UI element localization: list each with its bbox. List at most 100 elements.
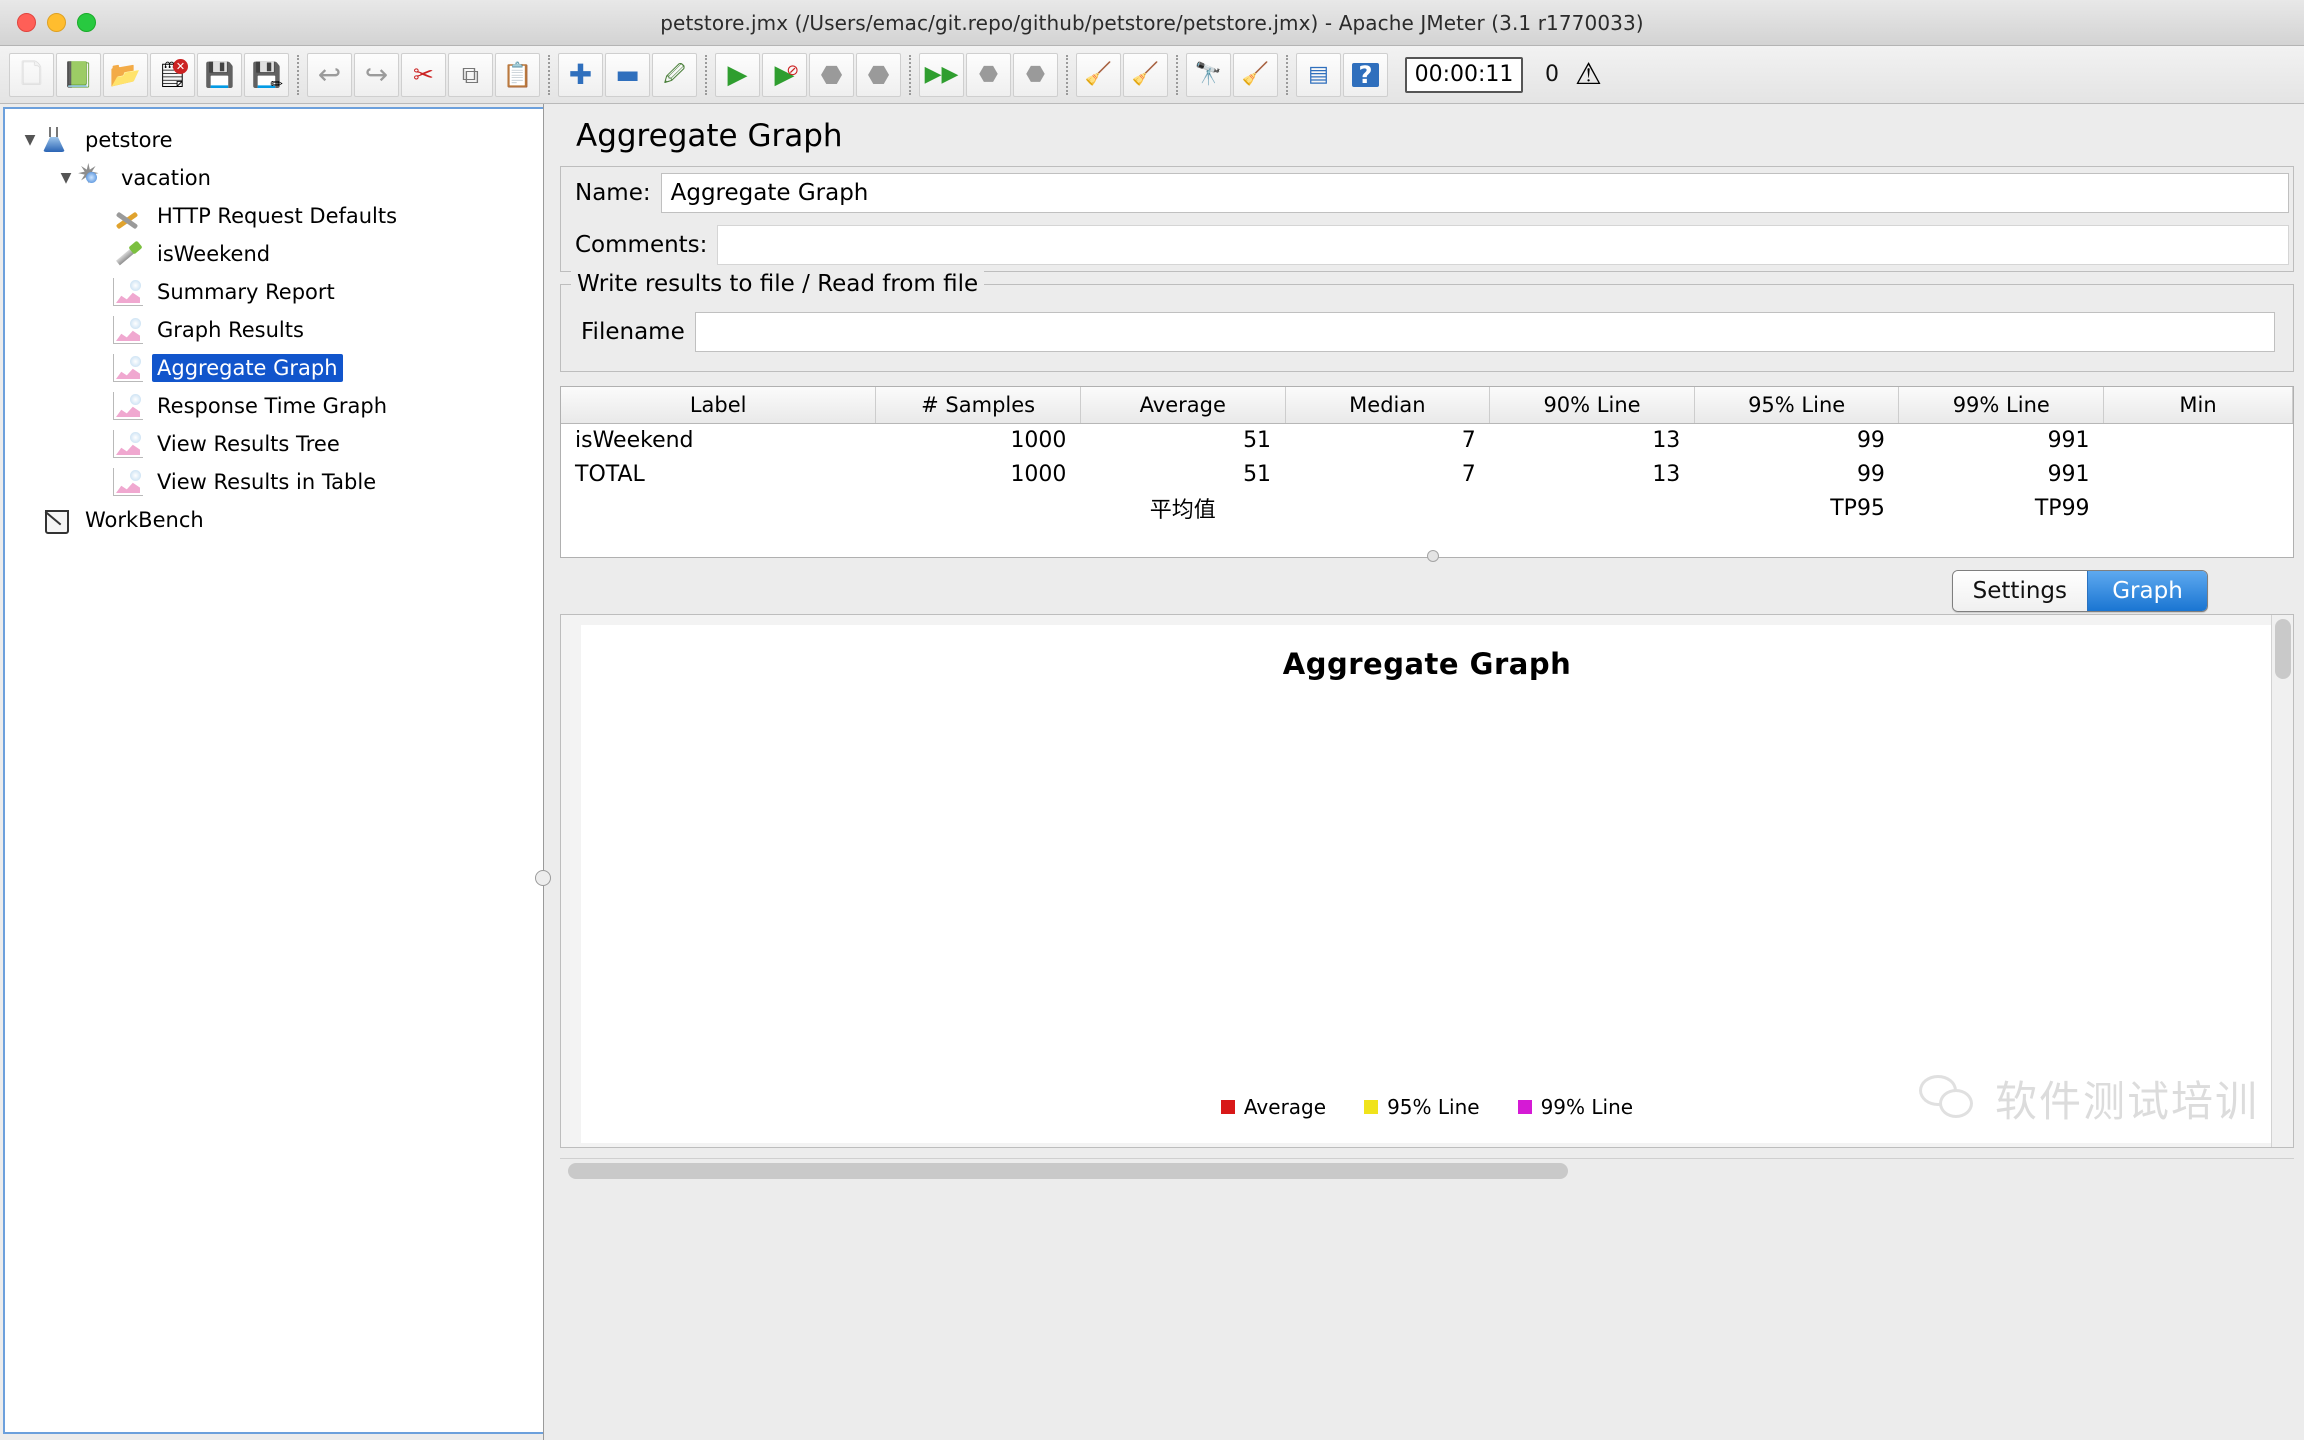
table-column-header[interactable]: Average bbox=[1080, 387, 1286, 424]
table-column-header[interactable]: Label bbox=[561, 387, 877, 424]
remote-start-all-icon[interactable]: ▶▶ bbox=[919, 52, 964, 97]
tree-item-graph-results[interactable]: Graph Results bbox=[5, 311, 543, 349]
aggregate-results-table-container[interactable]: Label # Samples Average Median 90% Line 95% L… bbox=[560, 386, 2294, 558]
tree-item-label: View Results in Table bbox=[157, 470, 377, 494]
name-input[interactable]: Aggregate Graph bbox=[660, 173, 2289, 213]
function-helper-icon[interactable]: ▤ bbox=[1296, 52, 1341, 97]
chart-legend-item: 99% Line bbox=[1517, 1095, 1633, 1119]
table-column-header[interactable]: 95% Line bbox=[1694, 387, 1900, 424]
table-cell: 991 bbox=[2047, 461, 2090, 487]
help-icon[interactable]: ? bbox=[1343, 52, 1388, 97]
stop-icon[interactable]: ⬣ bbox=[809, 52, 854, 97]
table-row[interactable]: isWeekend 1000 51 7 13 99 991 bbox=[561, 423, 2293, 457]
graph-area: Aggregate Graph Milliseconds 05001,00051… bbox=[560, 614, 2294, 1148]
toggle-icon[interactable]: 🖉 bbox=[652, 52, 697, 97]
horizontal-scrollbar-thumb[interactable] bbox=[568, 1163, 1568, 1179]
listener-icon bbox=[113, 316, 143, 344]
tree-item-aggregate-graph[interactable]: Aggregate Graph bbox=[5, 349, 543, 387]
tree-item-workbench[interactable]: WorkBench bbox=[5, 501, 543, 539]
tree-item-summary-report[interactable]: Summary Report bbox=[5, 273, 543, 311]
graph-vertical-scrollbar-thumb[interactable] bbox=[2275, 619, 2291, 679]
table-column-header[interactable]: 90% Line bbox=[1489, 387, 1695, 424]
tree-item-isweekend[interactable]: isWeekend bbox=[5, 235, 543, 273]
tree-item-label: HTTP Request Defaults bbox=[157, 204, 398, 228]
table-column-header[interactable]: Min bbox=[2103, 387, 2293, 424]
reset-search-icon[interactable]: 🧹 bbox=[1233, 52, 1278, 97]
listener-icon bbox=[113, 278, 143, 306]
table-row[interactable]: TOTAL 1000 51 7 13 99 991 bbox=[561, 457, 2293, 491]
elapsed-timer: 00:00:11 bbox=[1405, 56, 1523, 93]
table-cell: 51 bbox=[1243, 461, 1272, 487]
start-no-pauses-icon[interactable]: ▶ ⊘ bbox=[762, 52, 807, 97]
new-icon[interactable]: 🗋 bbox=[9, 52, 54, 97]
table-header-row[interactable]: Label # Samples Average Median 90% Line 95% L… bbox=[561, 387, 2293, 424]
table-cell: 1000 bbox=[1010, 427, 1067, 453]
name-row: Name: Aggregate Graph bbox=[561, 167, 2293, 219]
cut-icon[interactable]: ✂ bbox=[401, 52, 446, 97]
sampler-icon bbox=[113, 240, 143, 268]
filename-label: Filename bbox=[581, 319, 685, 345]
tree-item-view-results-tree[interactable]: View Results Tree bbox=[5, 425, 543, 463]
table-column-header[interactable]: Median bbox=[1285, 387, 1491, 424]
expand-all-icon[interactable]: ✚ bbox=[558, 52, 603, 97]
editor-panel: Aggregate Graph Name: Aggregate Graph Co… bbox=[535, 104, 2304, 1440]
tree-item-response-time-graph[interactable]: Response Time Graph bbox=[5, 387, 543, 425]
table-cell: TOTAL bbox=[575, 461, 645, 487]
shutdown-icon[interactable]: ⬣ bbox=[856, 52, 901, 97]
comments-label: Comments: bbox=[575, 232, 708, 258]
tree-item-label: Aggregate Graph bbox=[152, 354, 343, 382]
save-icon[interactable]: 💾 bbox=[197, 52, 242, 97]
chart-legend-item: Average bbox=[1220, 1095, 1326, 1119]
clear-all-icon[interactable]: 🧹 bbox=[1123, 52, 1168, 97]
remote-shutdown-all-icon[interactable]: ⬣ bbox=[1013, 52, 1058, 97]
table-column-header[interactable]: # Samples bbox=[875, 387, 1081, 424]
remote-stop-all-icon[interactable]: ⬣ bbox=[966, 52, 1011, 97]
view-tabs[interactable]: Settings Graph bbox=[1951, 570, 2208, 612]
redo-icon[interactable]: ↪ bbox=[354, 52, 399, 97]
test-plan-icon bbox=[41, 126, 71, 154]
name-label: Name: bbox=[575, 180, 651, 206]
tree-item-label: isWeekend bbox=[157, 242, 271, 266]
table-body[interactable]: isWeekend 1000 51 7 13 99 991 TOTAL 1000 51 7 13 99 9… bbox=[561, 423, 2293, 525]
templates-icon[interactable]: 📗 bbox=[56, 52, 101, 97]
start-icon[interactable]: ▶ bbox=[715, 52, 760, 97]
toolbar-separator bbox=[1176, 54, 1178, 95]
tree-expand-toggle-icon[interactable]: ▼ bbox=[55, 170, 77, 186]
paste-icon[interactable]: 📋 bbox=[495, 52, 540, 97]
table-column-header[interactable]: 99% Line bbox=[1898, 387, 2105, 424]
open-icon[interactable]: 📂 bbox=[103, 52, 148, 97]
panel-resize-grip[interactable] bbox=[1427, 550, 1439, 562]
write-results-group: Write results to file / Read from file F… bbox=[560, 271, 2294, 372]
warning-icon[interactable]: ⚠ bbox=[1575, 59, 1602, 90]
collapse-all-icon[interactable]: ▬ bbox=[605, 52, 650, 97]
test-plan-tree[interactable]: ▼ petstore ▼ vacation HTTP Request Defaults i… bbox=[5, 109, 543, 539]
table-cell: 991 bbox=[2047, 427, 2090, 453]
test-plan-tree-panel[interactable]: ▼ petstore ▼ vacation HTTP Request Defaults i… bbox=[3, 107, 543, 1434]
tab-settings[interactable]: Settings bbox=[1952, 571, 2087, 611]
comments-input[interactable] bbox=[717, 225, 2289, 265]
save-as-icon[interactable]: 💾 ✏ bbox=[244, 52, 289, 97]
chart-legend-label: 95% Line bbox=[1387, 1095, 1480, 1119]
toolbar-separator bbox=[909, 54, 911, 95]
table-cell: 13 bbox=[1652, 461, 1681, 487]
listener-icon bbox=[113, 468, 143, 496]
horizontal-scrollbar[interactable] bbox=[560, 1158, 2294, 1182]
tab-graph[interactable]: Graph bbox=[2087, 571, 2207, 611]
undo-icon[interactable]: ↩ bbox=[307, 52, 352, 97]
tree-item-label: WorkBench bbox=[85, 508, 204, 532]
search-icon[interactable]: 🔭 bbox=[1186, 52, 1231, 97]
split-divider-handle[interactable] bbox=[535, 870, 551, 886]
copy-icon[interactable]: ⧉ bbox=[448, 52, 493, 97]
tree-item-view-results-in-table[interactable]: View Results in Table bbox=[5, 463, 543, 501]
table-cell: 7 bbox=[1461, 461, 1476, 487]
filename-input[interactable] bbox=[694, 312, 2275, 352]
tree-item-http-request-defaults[interactable]: HTTP Request Defaults bbox=[5, 197, 543, 235]
clear-icon[interactable]: 🧹 bbox=[1076, 52, 1121, 97]
tree-item-vacation[interactable]: ▼ vacation bbox=[5, 159, 543, 197]
annotation-spacer bbox=[876, 491, 1081, 525]
graph-vertical-scrollbar[interactable] bbox=[2271, 615, 2293, 1147]
tree-expand-toggle-icon[interactable]: ▼ bbox=[19, 132, 41, 148]
tree-item-petstore[interactable]: ▼ petstore bbox=[5, 121, 543, 159]
filename-row: Filename bbox=[575, 309, 2279, 355]
close-file-icon[interactable]: 🗒 ✕ bbox=[150, 52, 195, 97]
